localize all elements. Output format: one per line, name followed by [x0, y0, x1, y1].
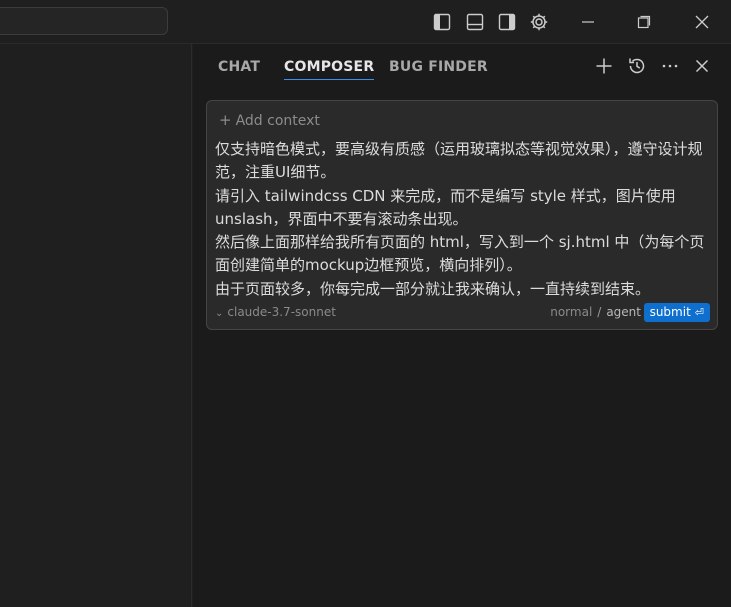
composer-footer: ⌄ claude-3.7-sonnet normal / agent submit ⏎ [215, 303, 710, 323]
minimize-icon[interactable] [578, 12, 598, 32]
more-icon[interactable] [660, 56, 680, 76]
toggle-panel-icon[interactable] [465, 12, 485, 32]
add-context-label: Add context [235, 113, 320, 129]
mode-selector[interactable]: normal / agent [550, 305, 641, 319]
tab-bug-finder[interactable]: BUG FINDER [389, 59, 488, 75]
mode-separator: / [597, 305, 602, 319]
tab-composer[interactable]: COMPOSER [284, 59, 375, 80]
toggle-secondary-sidebar-icon[interactable] [497, 12, 517, 32]
editor-area [0, 44, 192, 607]
model-selector[interactable]: ⌄ claude-3.7-sonnet [215, 305, 336, 319]
submit-button[interactable]: submit ⏎ [643, 303, 710, 322]
maximize-icon[interactable] [634, 12, 654, 32]
tab-chat[interactable]: CHAT [218, 59, 260, 75]
command-center-search[interactable] [0, 7, 168, 35]
panel-tabs: CHAT COMPOSER BUG FINDER [193, 44, 731, 88]
chevron-down-icon: ⌄ [215, 308, 224, 319]
settings-gear-icon[interactable] [529, 12, 549, 32]
close-icon[interactable] [692, 56, 712, 76]
history-icon[interactable] [627, 56, 647, 76]
close-window-icon[interactable] [692, 12, 712, 32]
composer-input-box[interactable]: + Add context 仅支持暗色模式，要高级有质感（运用玻璃拟态等视觉效果）… [206, 100, 718, 330]
mode-normal[interactable]: normal [550, 305, 592, 319]
new-icon[interactable] [594, 56, 614, 76]
composer-panel: CHAT COMPOSER BUG FINDER + Add context 仅… [193, 44, 731, 607]
prompt-textarea[interactable]: 仅支持暗色模式，要高级有质感（运用玻璃拟态等视觉效果），遵守设计规范，注重UI细… [215, 138, 710, 301]
add-context-button[interactable]: + Add context [219, 111, 320, 129]
mode-agent[interactable]: agent [606, 305, 641, 319]
submit-label: submit [649, 305, 691, 319]
plus-icon: + [219, 111, 232, 129]
title-bar [0, 0, 731, 44]
toggle-primary-sidebar-icon[interactable] [432, 12, 452, 32]
enter-key-icon: ⏎ [694, 306, 704, 319]
model-name: claude-3.7-sonnet [227, 305, 336, 319]
